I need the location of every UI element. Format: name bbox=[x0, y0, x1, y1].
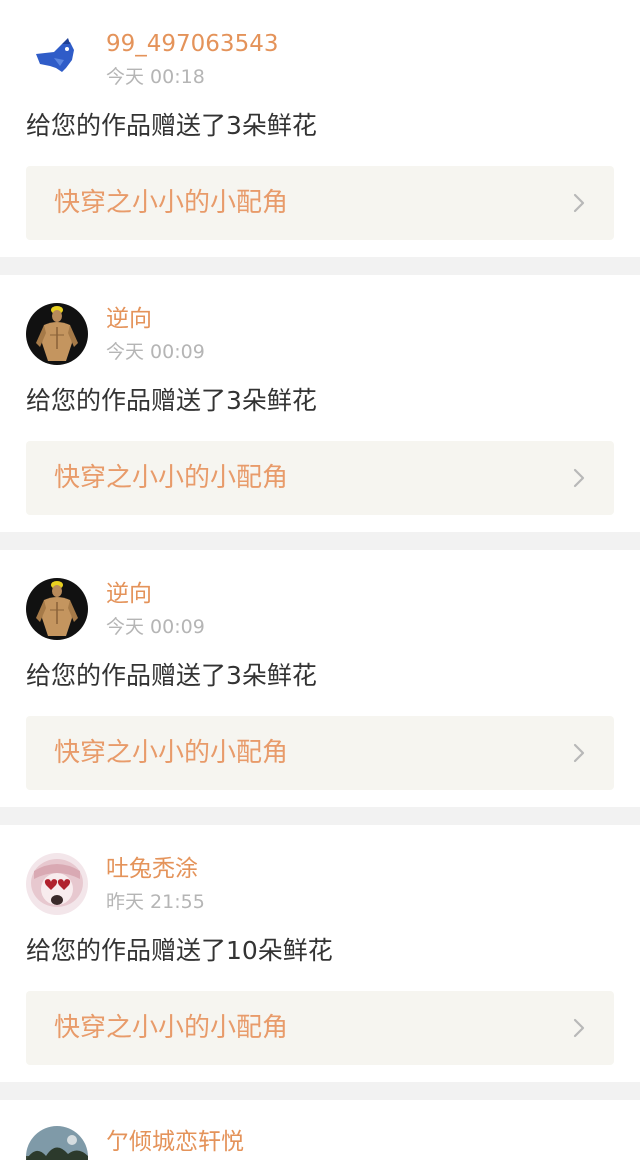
notification-header: 99_497063543 今天 00:18 bbox=[26, 28, 606, 90]
gift-message: 给您的作品赠送了10朵鲜花 bbox=[26, 936, 333, 965]
notification-header: 逆向 今天 00:09 bbox=[26, 303, 606, 365]
gift-message: 给您的作品赠送了3朵鲜花 bbox=[26, 111, 317, 140]
avatar[interactable] bbox=[26, 1126, 88, 1160]
muscle-man-avatar-icon bbox=[26, 578, 88, 640]
landscape-avatar-icon bbox=[26, 1126, 88, 1160]
notification-card: 亇倾城恋轩悦 bbox=[0, 1100, 640, 1160]
notification-card: 逆向 今天 00:09 给您的作品赠送了3朵鲜花 快穿之小小的小配角 bbox=[0, 550, 640, 807]
username[interactable]: 逆向 bbox=[106, 305, 152, 333]
username[interactable]: 逆向 bbox=[106, 580, 152, 608]
avatar[interactable] bbox=[26, 578, 88, 640]
username[interactable]: 99_497063543 bbox=[106, 30, 278, 58]
work-title: 快穿之小小的小配角 bbox=[54, 1013, 289, 1043]
gift-message: 给您的作品赠送了3朵鲜花 bbox=[26, 386, 317, 415]
work-link[interactable]: 快穿之小小的小配角 bbox=[26, 166, 614, 240]
notification-card: 吐兔秃涂 昨天 21:55 给您的作品赠送了10朵鲜花 快穿之小小的小配角 bbox=[0, 825, 640, 1082]
work-title: 快穿之小小的小配角 bbox=[54, 463, 289, 493]
notification-card: 逆向 今天 00:09 给您的作品赠送了3朵鲜花 快穿之小小的小配角 bbox=[0, 275, 640, 532]
muscle-man-avatar-icon bbox=[26, 303, 88, 365]
gift-message: 给您的作品赠送了3朵鲜花 bbox=[26, 661, 317, 690]
chevron-right-icon bbox=[573, 743, 585, 763]
username[interactable]: 吐兔秃涂 bbox=[106, 855, 198, 883]
username[interactable]: 亇倾城恋轩悦 bbox=[106, 1128, 244, 1156]
timestamp: 今天 00:18 bbox=[106, 66, 205, 88]
chevron-right-icon bbox=[573, 1018, 585, 1038]
work-title: 快穿之小小的小配角 bbox=[54, 188, 289, 218]
timestamp: 昨天 21:55 bbox=[106, 891, 205, 913]
notification-header: 逆向 今天 00:09 bbox=[26, 578, 606, 640]
avatar[interactable] bbox=[26, 303, 88, 365]
notification-header: 亇倾城恋轩悦 bbox=[26, 1126, 606, 1160]
blue-bird-avatar-icon bbox=[26, 28, 88, 90]
notification-header: 吐兔秃涂 昨天 21:55 bbox=[26, 853, 606, 915]
chevron-right-icon bbox=[573, 193, 585, 213]
avatar[interactable] bbox=[26, 853, 88, 915]
avatar[interactable] bbox=[26, 28, 88, 90]
notification-feed: 99_497063543 今天 00:18 给您的作品赠送了3朵鲜花 快穿之小小… bbox=[0, 0, 640, 1160]
chevron-right-icon bbox=[573, 468, 585, 488]
work-title: 快穿之小小的小配角 bbox=[54, 738, 289, 768]
work-link[interactable]: 快穿之小小的小配角 bbox=[26, 991, 614, 1065]
timestamp: 今天 00:09 bbox=[106, 616, 205, 638]
timestamp: 今天 00:09 bbox=[106, 341, 205, 363]
work-link[interactable]: 快穿之小小的小配角 bbox=[26, 716, 614, 790]
notification-card: 99_497063543 今天 00:18 给您的作品赠送了3朵鲜花 快穿之小小… bbox=[0, 0, 640, 257]
anime-girl-avatar-icon bbox=[26, 853, 88, 915]
work-link[interactable]: 快穿之小小的小配角 bbox=[26, 441, 614, 515]
